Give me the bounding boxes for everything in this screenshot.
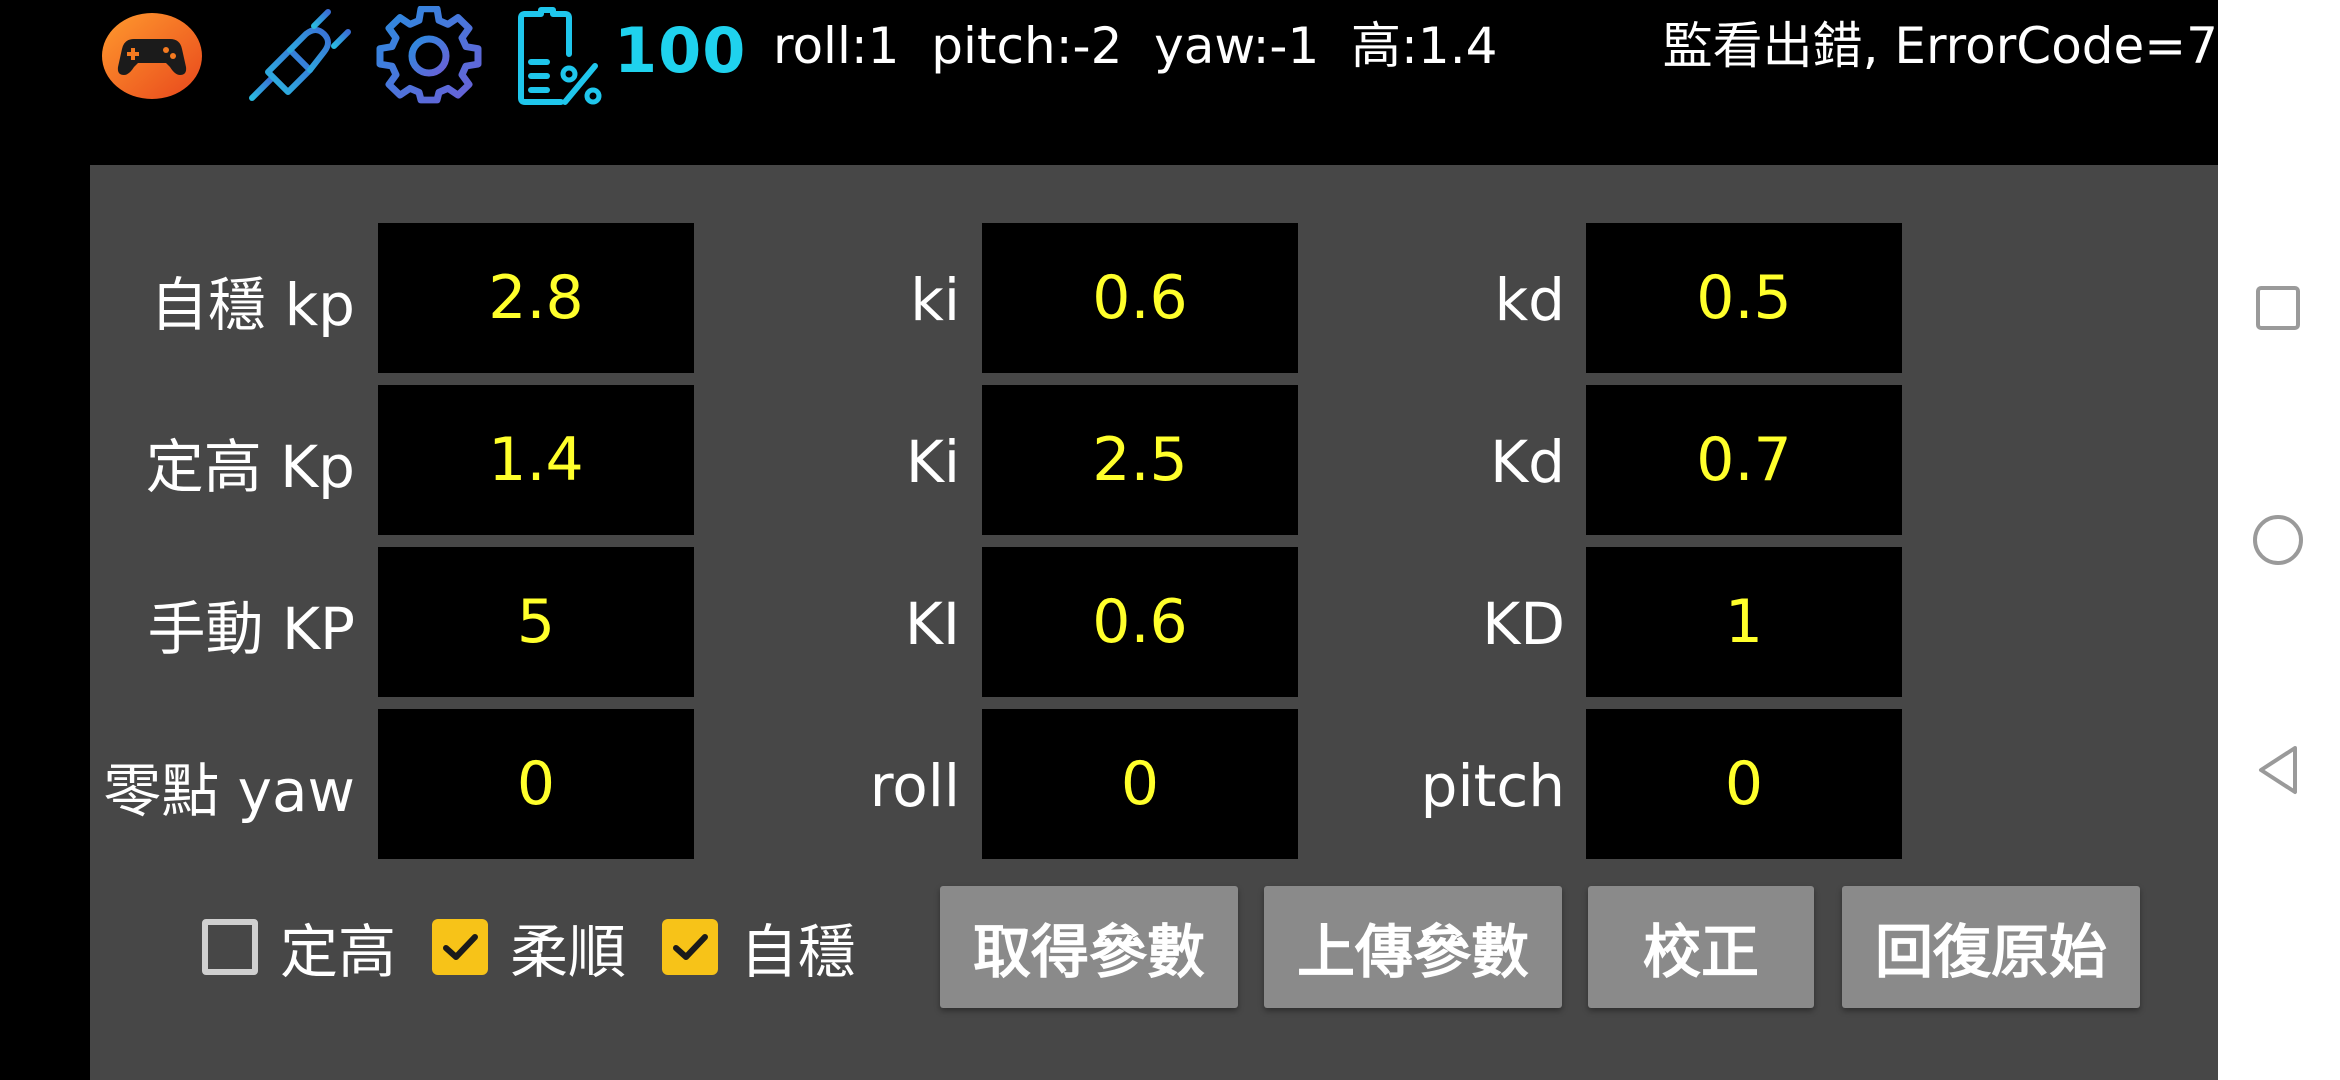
gamepad-icon[interactable] <box>97 6 207 106</box>
row-label-manual-kp: 手動 KP <box>147 595 355 663</box>
self-stabilize-checkbox[interactable] <box>662 919 719 975</box>
altitude-kd-input[interactable]: 0.7 <box>1586 385 1902 535</box>
battery-icon <box>500 6 610 106</box>
altitude-hold-label: 定高 <box>280 918 397 986</box>
label-KD: KD <box>1482 590 1565 658</box>
altitude-kp-input[interactable]: 1.4 <box>378 385 694 535</box>
checkmark-icon <box>673 934 709 960</box>
label-Kd: Kd <box>1490 428 1565 496</box>
zero-pitch-input[interactable]: 0 <box>1586 709 1902 859</box>
zero-roll-input[interactable]: 0 <box>982 709 1298 859</box>
battery-percent: 100 <box>614 14 747 87</box>
recents-square-icon[interactable] <box>2238 268 2318 348</box>
label-roll: roll <box>869 752 960 820</box>
row-label-zero-yaw: 零點 yaw <box>103 757 355 825</box>
smooth-label: 柔順 <box>510 918 627 986</box>
smooth-checkbox[interactable] <box>432 919 489 975</box>
back-triangle-icon[interactable] <box>2238 730 2318 810</box>
label-ki: ki <box>910 266 960 334</box>
label-Ki: Ki <box>905 428 960 496</box>
manual-kd-input[interactable]: 1 <box>1586 547 1902 697</box>
error-status: 監看出錯, ErrorCode=7 <box>1662 17 2218 75</box>
telemetry-readout: roll:1 pitch:-2 yaw:-1 高:1.4 <box>773 17 1498 75</box>
checkmark-icon <box>443 934 479 960</box>
get-params-button[interactable]: 取得參數 <box>940 886 1238 1008</box>
app-screen: 100 roll:1 pitch:-2 yaw:-1 高:1.4 監看出錯, E… <box>0 0 2218 1080</box>
stabilize-kd-input[interactable]: 0.5 <box>1586 223 1902 373</box>
plug-icon[interactable] <box>244 6 354 106</box>
label-kd: kd <box>1494 266 1565 334</box>
stabilize-ki-input[interactable]: 0.6 <box>982 223 1298 373</box>
altitude-ki-input[interactable]: 2.5 <box>982 385 1298 535</box>
zero-yaw-input[interactable]: 0 <box>378 709 694 859</box>
gear-icon[interactable] <box>374 6 484 106</box>
row-label-altitude-kp: 定高 Kp <box>145 433 355 501</box>
manual-ki-input[interactable]: 0.6 <box>982 547 1298 697</box>
self-stabilize-label: 自穩 <box>740 918 857 986</box>
altitude-hold-checkbox[interactable] <box>202 919 258 975</box>
mode-checkbox-group: 定高 柔順 自穩 <box>202 887 870 1007</box>
manual-kp-input[interactable]: 5 <box>378 547 694 697</box>
calibrate-button[interactable]: 校正 <box>1588 886 1814 1008</box>
upload-params-button[interactable]: 上傳參數 <box>1264 886 1562 1008</box>
row-label-stabilize-kp: 自穩 kp <box>150 271 355 339</box>
stabilize-kp-input[interactable]: 2.8 <box>378 223 694 373</box>
home-circle-icon[interactable] <box>2238 500 2318 580</box>
label-pitch: pitch <box>1420 752 1565 820</box>
label-KI: KI <box>904 590 960 658</box>
restore-defaults-button[interactable]: 回復原始 <box>1842 886 2140 1008</box>
